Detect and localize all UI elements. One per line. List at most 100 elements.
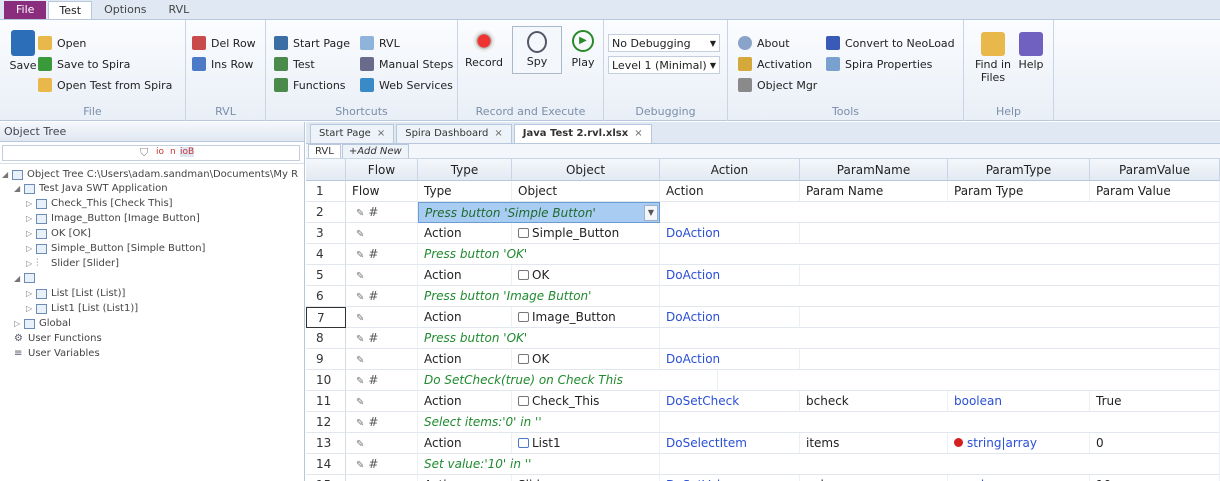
cell-object[interactable]: Image_Button (512, 307, 660, 328)
cell-comment[interactable]: Select items:'0' in '' (418, 412, 660, 433)
cell-object[interactable]: Slider (512, 475, 660, 481)
tree-object-check-this[interactable]: ▷ Check_This [Check This] (26, 198, 173, 209)
filter-token[interactable]: ioB (180, 147, 195, 157)
cell-comment[interactable]: Do SetCheck(true) on Check This (418, 370, 718, 391)
rvl-shortcut-button[interactable]: RVL (360, 36, 400, 50)
save-button[interactable]: Save (6, 30, 40, 72)
filter-icon[interactable]: ⛉ (140, 146, 148, 160)
cell-flow[interactable]: ✎ # (346, 328, 418, 349)
cell-empty[interactable] (660, 244, 1220, 265)
cell-param-type[interactable]: string|array (948, 433, 1090, 454)
cell-type[interactable]: Action (418, 223, 512, 244)
cell-action[interactable]: DoAction (660, 307, 800, 328)
cell-comment[interactable]: Press button 'OK' (418, 244, 660, 265)
cell-object[interactable]: Object (512, 181, 660, 202)
cell-action[interactable]: DoAction (660, 349, 800, 370)
cell-flow[interactable]: ✎ # (346, 370, 418, 391)
tree-unnamed-node[interactable]: ◢ (14, 273, 39, 283)
cell-comment[interactable]: Press button 'Image Button' (418, 286, 660, 307)
tree-user-functions[interactable]: ⚙ User Functions (14, 333, 102, 344)
convert-neoload-button[interactable]: Convert to NeoLoad (826, 36, 955, 50)
activation-button[interactable]: Activation (738, 57, 812, 71)
open-button[interactable]: Open (38, 36, 86, 50)
cell-flow[interactable]: ✎ (346, 433, 418, 454)
close-icon[interactable]: × (377, 125, 385, 143)
tree-object-slider[interactable]: ▷ ⫶ Slider [Slider] (26, 258, 119, 269)
header-param-name[interactable]: ParamName (800, 159, 948, 181)
cell-empty[interactable] (718, 370, 1220, 391)
tree-app-node[interactable]: ◢ Test Java SWT Application (14, 183, 168, 194)
cell-flow[interactable]: ✎ # (346, 202, 418, 223)
spy-button[interactable]: Spy (512, 26, 562, 74)
cell-param-value[interactable]: Param Value (1090, 181, 1220, 202)
tree-user-variables[interactable]: ≡ User Variables (14, 348, 100, 359)
doc-tab-java-test[interactable]: Java Test 2.rvl.xlsx × (513, 124, 652, 143)
cell-empty[interactable] (800, 265, 1220, 286)
web-services-button[interactable]: Web Services (360, 78, 453, 92)
cell-object[interactable]: Simple_Button (512, 223, 660, 244)
play-button[interactable]: ▶ Play (566, 30, 600, 69)
debug-mode-select[interactable]: No Debugging ▼ (608, 34, 720, 52)
cell-flow[interactable]: ✎ (346, 391, 418, 412)
cell-empty[interactable] (800, 223, 1220, 244)
start-page-button[interactable]: Start Page (274, 36, 350, 50)
record-button[interactable]: Record (464, 30, 504, 69)
tree-filter-input[interactable] (2, 145, 300, 161)
cell-param-value[interactable]: 10 (1090, 475, 1220, 481)
cell-flow[interactable]: ✎ # (346, 412, 418, 433)
object-mgr-button[interactable]: Object Mgr (738, 78, 817, 92)
header-param-value[interactable]: ParamValue (1090, 159, 1220, 181)
cell-object[interactable]: OK (512, 349, 660, 370)
cell-flow[interactable]: ✎ (346, 349, 418, 370)
tree-object-simple-button[interactable]: ▷ Simple_Button [Simple Button] (26, 243, 205, 254)
tab-test[interactable]: Test (48, 1, 93, 19)
ins-row-button[interactable]: Ins Row (192, 57, 253, 71)
cell-flow[interactable]: ✎ # (346, 244, 418, 265)
chevron-down-icon[interactable]: ▼ (644, 205, 658, 221)
cell-action[interactable]: DoSetValue (660, 475, 800, 481)
cell-type[interactable]: Action (418, 307, 512, 328)
cell-flow[interactable]: ✎ (346, 223, 418, 244)
tree-object-ok[interactable]: ▷ OK [OK] (26, 228, 91, 239)
sheet-tab-rvl[interactable]: RVL (308, 144, 341, 158)
filter-token[interactable]: io (156, 147, 164, 157)
close-icon[interactable]: × (494, 125, 502, 143)
header-action[interactable]: Action (660, 159, 800, 181)
header-flow[interactable]: Flow (346, 159, 418, 181)
header-object[interactable]: Object (512, 159, 660, 181)
cell-param-name[interactable]: bcheck (800, 391, 948, 412)
functions-button[interactable]: Functions (274, 78, 346, 92)
cell-type[interactable]: Action (418, 391, 512, 412)
cell-flow[interactable]: ✎ (346, 475, 418, 481)
doc-tab-start-page[interactable]: Start Page × (310, 124, 395, 143)
tree-list-list1[interactable]: ▷ List1 [List (List1)] (26, 303, 138, 314)
cell-type[interactable]: Action (418, 349, 512, 370)
cell-type[interactable]: Type (418, 181, 512, 202)
header-param-type[interactable]: ParamType (948, 159, 1090, 181)
cell-empty[interactable] (660, 412, 1220, 433)
cell-type[interactable]: Action (418, 433, 512, 454)
find-in-files-button[interactable]: Find in Files (972, 32, 1014, 84)
filter-token[interactable]: n (170, 147, 176, 157)
cell-comment-selected[interactable]: Press button 'Simple Button' ▼ (418, 202, 660, 223)
tree-list-list[interactable]: ▷ List [List (List)] (26, 288, 125, 299)
cell-flow[interactable]: ✎ (346, 307, 418, 328)
tab-options[interactable]: Options (94, 1, 156, 19)
tree-global[interactable]: ▷ Global (14, 318, 71, 329)
cell-action[interactable]: DoAction (660, 223, 800, 244)
cell-type[interactable]: Action (418, 265, 512, 286)
cell-empty[interactable] (800, 349, 1220, 370)
spira-properties-button[interactable]: Spira Properties (826, 57, 932, 71)
tree-object-image-button[interactable]: ▷ Image_Button [Image Button] (26, 213, 200, 224)
cell-action[interactable]: Action (660, 181, 800, 202)
cell-param-value[interactable]: True (1090, 391, 1220, 412)
cell-flow[interactable]: ✎ (346, 265, 418, 286)
cell-param-name[interactable]: val (800, 475, 948, 481)
cell-flow[interactable]: Flow (346, 181, 418, 202)
manual-steps-button[interactable]: Manual Steps (360, 57, 453, 71)
header-type[interactable]: Type (418, 159, 512, 181)
cell-comment[interactable]: Press button 'OK' (418, 328, 660, 349)
open-from-spira-button[interactable]: Open Test from Spira (38, 78, 172, 92)
cell-empty[interactable] (660, 202, 1220, 223)
sheet-tab-add-new[interactable]: +Add New (341, 144, 409, 158)
